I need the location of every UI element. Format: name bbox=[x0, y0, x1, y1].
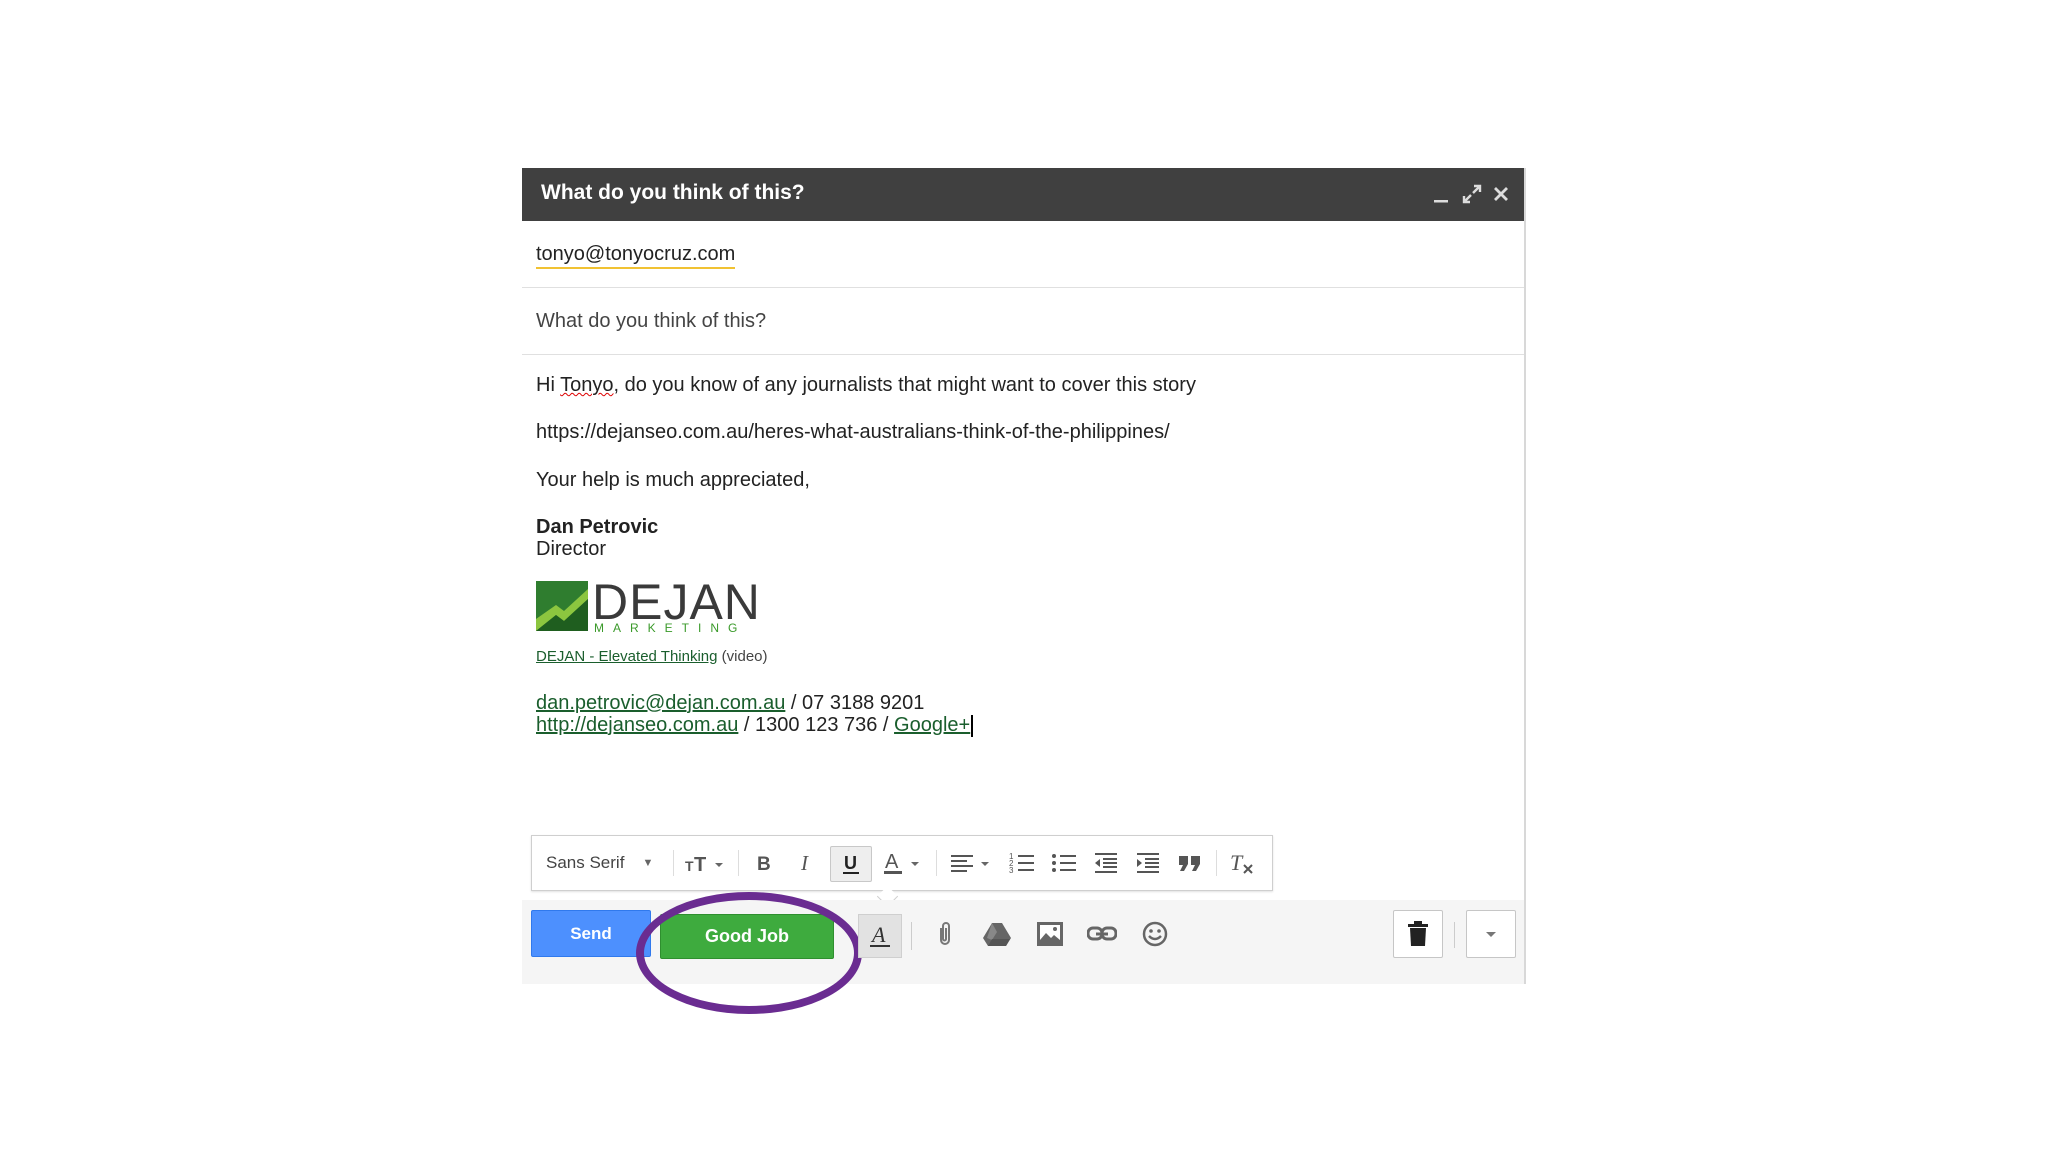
numbered-list-icon[interactable]: 123 bbox=[1004, 846, 1040, 880]
greeting-line: Hi Tonyo, do you know of any journalists… bbox=[536, 374, 1196, 396]
remove-formatting-icon[interactable]: T bbox=[1224, 846, 1260, 880]
dejan-logo: DEJAN MARKETING bbox=[536, 574, 760, 635]
svg-text:3: 3 bbox=[1009, 866, 1014, 875]
website-link[interactable]: http://dejanseo.com.au bbox=[536, 714, 738, 736]
svg-text:I: I bbox=[800, 852, 809, 874]
minimize-icon[interactable] bbox=[1426, 179, 1456, 209]
indent-less-icon[interactable] bbox=[1088, 846, 1124, 880]
formatting-toolbar: Sans Serif ▼ TT B I U A 123 T bbox=[531, 835, 1273, 908]
story-url: https://dejanseo.com.au/heres-what-austr… bbox=[536, 421, 1170, 443]
toolbar-divider bbox=[738, 850, 739, 876]
italic-icon[interactable]: I bbox=[788, 846, 824, 880]
drive-icon[interactable] bbox=[979, 916, 1015, 952]
signature-role: Director bbox=[536, 538, 607, 560]
svg-text:T: T bbox=[694, 854, 706, 875]
toolbar-divider bbox=[1216, 850, 1217, 876]
send-button[interactable]: Send bbox=[531, 910, 651, 957]
text-size-icon[interactable]: TT bbox=[682, 846, 732, 880]
toolbar-divider bbox=[911, 922, 912, 950]
align-icon[interactable] bbox=[946, 846, 996, 880]
to-field[interactable]: tonyo@tonyocruz.com bbox=[522, 221, 1524, 288]
compose-actions-bar: Send Good Job A bbox=[522, 892, 1524, 1014]
bulleted-list-icon[interactable] bbox=[1046, 846, 1082, 880]
trash-icon[interactable] bbox=[1393, 910, 1443, 958]
video-link[interactable]: DEJAN - Elevated Thinking bbox=[536, 648, 717, 665]
svg-text:T: T bbox=[1230, 850, 1244, 875]
expand-icon[interactable] bbox=[1457, 179, 1487, 209]
subject-field[interactable]: What do you think of this? bbox=[522, 288, 1524, 355]
formatting-icon[interactable]: A bbox=[858, 914, 902, 958]
photo-icon[interactable] bbox=[1032, 916, 1068, 952]
link-icon[interactable] bbox=[1084, 916, 1120, 952]
toolbar-divider bbox=[936, 850, 937, 876]
attach-icon[interactable] bbox=[927, 916, 963, 952]
compose-title: What do you think of this? bbox=[541, 181, 805, 204]
svg-text:U: U bbox=[844, 853, 857, 873]
closing-line: Your help is much appreciated, bbox=[536, 469, 810, 491]
indent-more-icon[interactable] bbox=[1130, 846, 1166, 880]
signature-name: Dan Petrovic bbox=[536, 516, 659, 538]
misspelled-word: Tonyo bbox=[560, 374, 614, 396]
contact-line-1: dan.petrovic@dejan.com.au / 07 3188 9201 bbox=[536, 692, 925, 714]
video-line: DEJAN - Elevated Thinking (video) bbox=[536, 648, 768, 665]
compose-window: What do you think of this? tonyo@tonyocr… bbox=[522, 168, 1524, 1014]
subject-text: What do you think of this? bbox=[536, 310, 767, 332]
good-job-button[interactable]: Good Job bbox=[660, 914, 834, 959]
contact-line-2: http://dejanseo.com.au / 1300 123 736 / … bbox=[536, 714, 974, 737]
google-plus-link[interactable]: Google+ bbox=[894, 714, 970, 736]
svg-text:A: A bbox=[870, 923, 886, 947]
text-color-icon[interactable]: A bbox=[878, 846, 928, 880]
emoji-icon[interactable] bbox=[1137, 916, 1173, 952]
svg-text:A: A bbox=[885, 851, 899, 873]
text-cursor bbox=[971, 714, 974, 737]
recipient-chip[interactable]: tonyo@tonyocruz.com bbox=[536, 243, 736, 269]
email-link[interactable]: dan.petrovic@dejan.com.au bbox=[536, 692, 785, 714]
underline-icon[interactable]: U bbox=[830, 846, 872, 882]
more-options-icon[interactable] bbox=[1466, 910, 1516, 958]
close-icon[interactable] bbox=[1486, 179, 1516, 209]
font-family-select[interactable]: Sans Serif ▼ bbox=[546, 846, 666, 880]
toolbar-divider bbox=[1454, 922, 1455, 948]
svg-text:T: T bbox=[685, 858, 694, 874]
svg-text:B: B bbox=[757, 854, 771, 874]
chevron-down-icon: ▼ bbox=[642, 857, 654, 869]
bold-icon[interactable]: B bbox=[746, 846, 782, 880]
compose-titlebar[interactable]: What do you think of this? bbox=[522, 168, 1524, 221]
quote-icon[interactable] bbox=[1172, 846, 1208, 880]
toolbar-divider bbox=[673, 850, 674, 876]
